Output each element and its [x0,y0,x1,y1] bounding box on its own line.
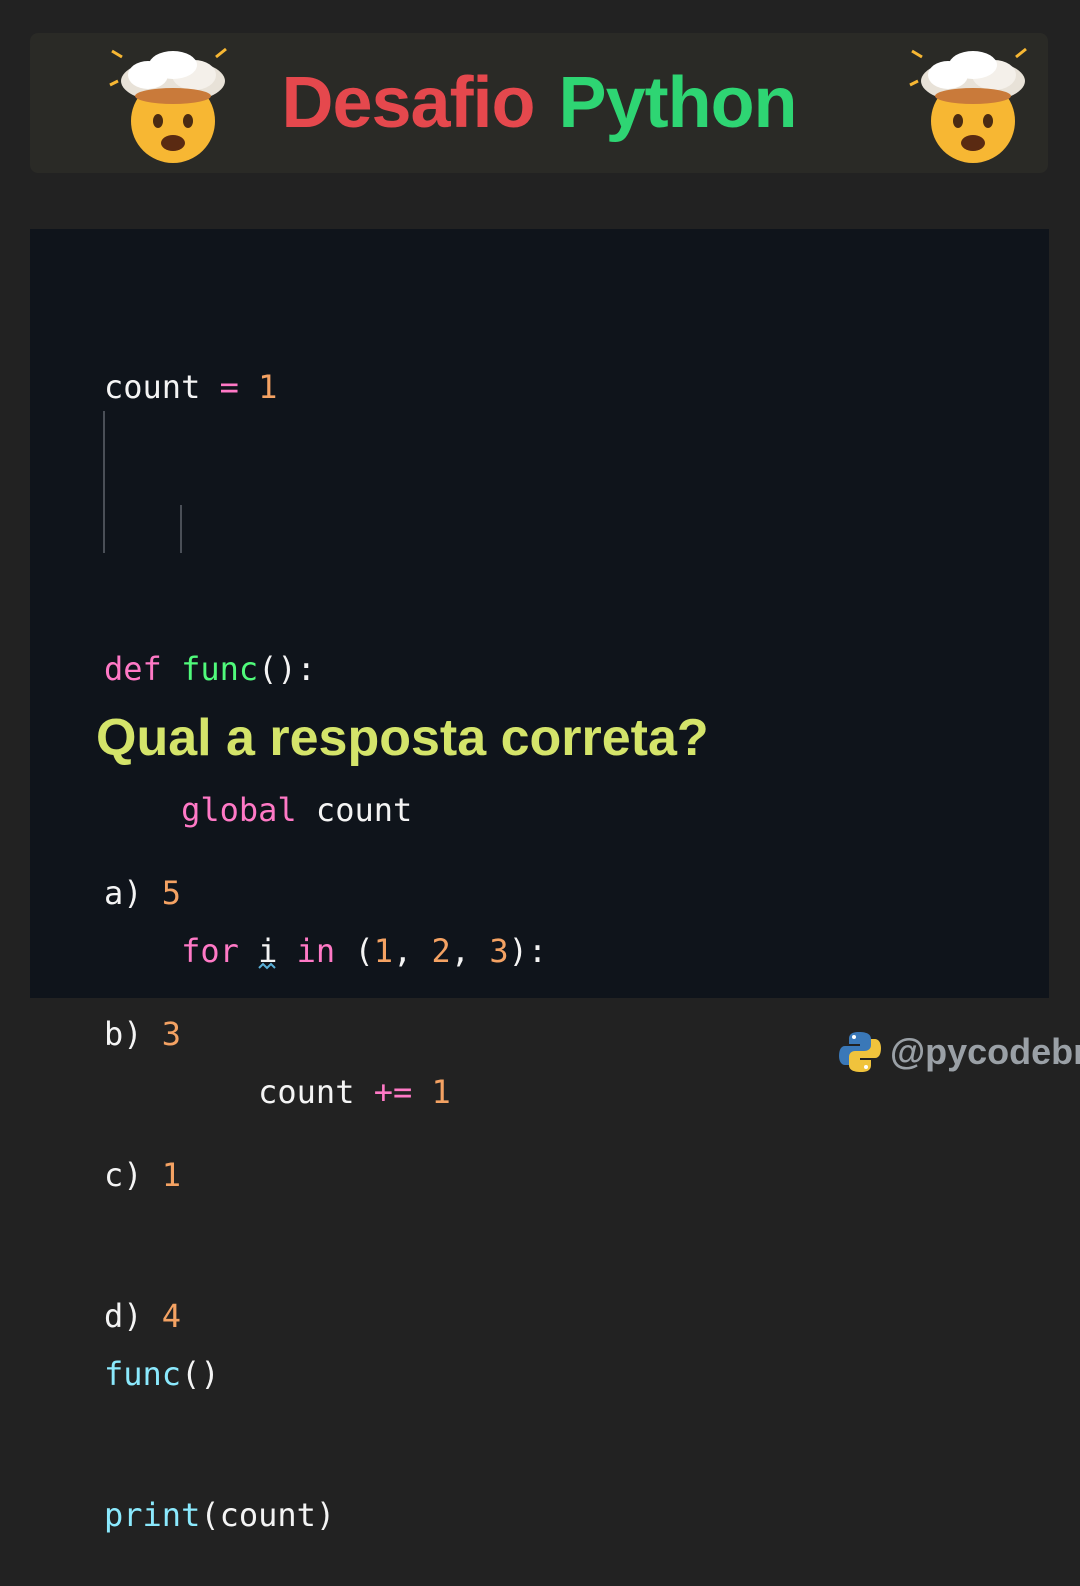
title-word-python: Python [558,63,798,143]
answer-value: 3 [161,1015,182,1053]
code-token: (count) [200,1496,336,1534]
answer-label: b) [104,1015,143,1053]
code-token: () [181,1355,220,1393]
code-token: 1 [373,932,393,970]
title-bar: Desafio Python [30,33,1048,173]
page-title: Desafio Python [30,33,1048,173]
python-logo-icon [839,1032,881,1072]
code-token: 3 [489,932,509,970]
code-token: 2 [431,932,451,970]
code-line: print(count) [104,1492,547,1539]
title-word-desafio: Desafio [281,63,535,143]
answer-option[interactable]: d) 4 [104,1293,181,1340]
answer-option[interactable]: a) 5 [104,870,181,917]
code-token: def [104,650,162,688]
answer-list: a) 5 b) 3 c) 1 d) 4 [104,776,181,1387]
code-token: , [450,932,490,970]
code-token: ): [508,932,548,970]
code-token: in [296,932,336,970]
answer-label: c) [104,1156,143,1194]
answer-label: d) [104,1297,143,1335]
code-token: for [181,932,239,970]
warning-squiggle: i [258,928,277,975]
code-token: count [315,791,413,829]
answer-label: a) [104,874,143,912]
code-token: func [181,650,259,688]
answer-value: 1 [161,1156,182,1194]
code-token: , [392,932,432,970]
code-token: += [373,1073,413,1111]
code-token: global [181,791,297,829]
code-token: 1 [431,1073,451,1111]
code-line: def func(): [104,646,547,693]
code-token: count [258,1073,355,1111]
code-token: print [104,1496,201,1534]
answer-option[interactable]: b) 3 [104,1011,181,1058]
answer-option[interactable]: c) 1 [104,1152,181,1199]
answer-value: 5 [161,874,182,912]
exploding-head-icon [909,47,1027,163]
code-token: = [219,368,239,406]
handle-text: @pycodebr [890,1031,1080,1072]
code-token: count [104,368,201,406]
code-token: 1 [258,368,278,406]
answer-value: 4 [161,1297,182,1335]
author-handle[interactable]: @pycodebr [838,1030,1080,1074]
question-text: Qual a resposta correta? [96,709,709,767]
code-line: count = 1 [104,364,547,411]
code-token: ( [354,932,374,970]
code-token: (): [258,650,316,688]
